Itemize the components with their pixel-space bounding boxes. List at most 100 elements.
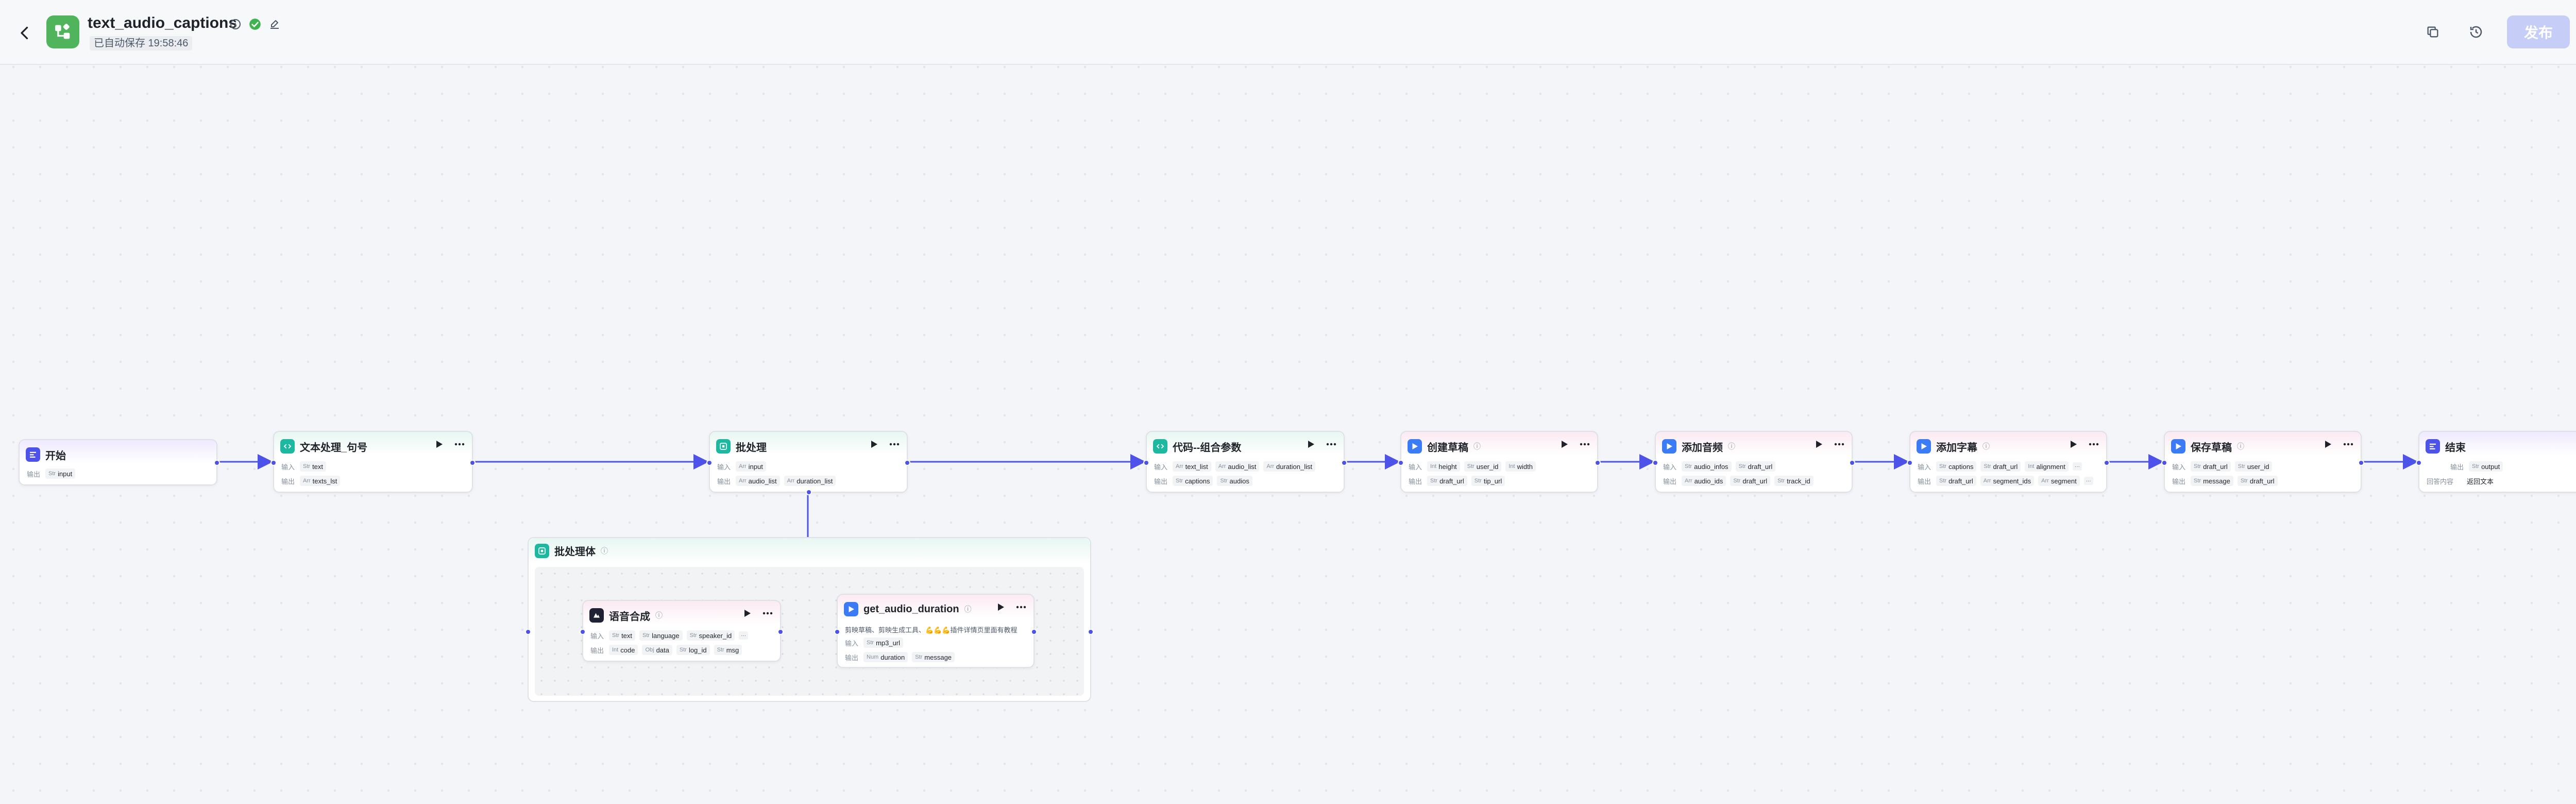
input-port[interactable] <box>1907 460 1913 466</box>
param-chip: Str speaker_id <box>686 630 735 641</box>
run-icon[interactable] <box>997 603 1005 611</box>
run-icon[interactable] <box>871 440 878 448</box>
input-label: 输入 <box>590 632 604 640</box>
param-chip: Str captions <box>1173 476 1213 486</box>
node-title: get_audio_duration <box>863 603 959 615</box>
output-port[interactable] <box>777 629 784 635</box>
answer-mode-label: 回答内容 <box>2427 477 2454 485</box>
save-draft-node[interactable]: 保存草稿 ⓘ 输入 Str draft_url Str user_id 输出 Str… <box>2161 431 2364 493</box>
more-icon[interactable] <box>2089 443 2099 446</box>
output-label: 输出 <box>717 477 731 485</box>
run-icon[interactable] <box>1308 440 1315 448</box>
batch-icon <box>535 543 549 558</box>
more-icon[interactable] <box>454 443 465 446</box>
info-icon[interactable]: ⓘ <box>964 604 972 614</box>
output-label: 输出 <box>281 477 295 485</box>
param-chip: Str audios <box>1217 476 1252 486</box>
more-icon[interactable] <box>2343 443 2353 446</box>
more-icon[interactable] <box>762 612 773 615</box>
input-port[interactable] <box>2161 460 2167 466</box>
input-port[interactable] <box>270 460 277 466</box>
batch-node[interactable]: 批处理 输入 Arr input 输出 Arr audio_list Arr durat… <box>706 431 910 495</box>
get-audio-duration-node[interactable]: get_audio_duration ⓘ 剪映草稿、剪映生成工具、💪💪💪插件详情… <box>834 594 1037 668</box>
param-chip: Str msg <box>714 645 742 655</box>
param-chip: Str draft_url <box>1735 461 1776 472</box>
input-port[interactable] <box>1398 460 1404 466</box>
input-port[interactable] <box>834 629 840 635</box>
more-params-icon[interactable]: ··· <box>2072 462 2082 471</box>
end-node[interactable]: 结束 输出 Str output 回答内容 返回文本 <box>2416 431 2576 493</box>
create-draft-node[interactable]: 创建草稿 ⓘ 输入 Int height Str user_id Int width … <box>1398 431 1601 493</box>
run-icon[interactable] <box>1816 440 1823 448</box>
param-chip: Str text <box>300 461 327 472</box>
body-output-port[interactable] <box>1088 629 1094 635</box>
more-icon[interactable] <box>1834 443 1844 446</box>
input-label: 输入 <box>2172 463 2186 471</box>
more-icon[interactable] <box>889 443 900 446</box>
more-icon[interactable] <box>1580 443 1590 446</box>
input-port[interactable] <box>580 629 586 635</box>
node-description: 剪映草稿、剪映生成工具、💪💪💪插件详情页里面有教程 <box>845 626 1018 634</box>
output-port[interactable] <box>469 460 476 466</box>
run-icon[interactable] <box>1561 440 1568 448</box>
output-port[interactable] <box>1595 460 1601 466</box>
param-chip: Str draft_url <box>1980 461 2021 472</box>
input-label: 输入 <box>845 639 859 647</box>
output-port[interactable] <box>2358 460 2364 466</box>
param-chip: Str log_id <box>676 645 710 655</box>
info-icon[interactable]: ⓘ <box>655 610 663 621</box>
info-icon[interactable]: ⓘ <box>1728 441 1735 451</box>
more-params-icon[interactable]: ··· <box>2083 477 2093 485</box>
output-port[interactable] <box>1849 460 1855 466</box>
output-label: 输出 <box>1154 477 1168 485</box>
add-audio-node[interactable]: 添加音频 ⓘ 输入 Str audio_infos Str draft_url 输出… <box>1652 431 1855 493</box>
param-chip: Str user_id <box>1464 461 1502 472</box>
text-process-node[interactable]: 文本处理_句号 输入 Str text 输出 Arr texts_lst <box>270 431 476 493</box>
run-icon[interactable] <box>2070 440 2077 448</box>
output-port[interactable] <box>2104 460 2110 466</box>
param-chip: Str text <box>609 630 636 641</box>
param-chip: Arr input <box>736 461 766 472</box>
node-title: 创建草稿 <box>1427 442 1468 454</box>
info-icon[interactable]: ⓘ <box>601 546 608 556</box>
run-icon[interactable] <box>436 440 443 448</box>
param-chip: Arr segment_ids <box>1980 476 2035 486</box>
output-port[interactable] <box>1341 460 1347 466</box>
output-port[interactable] <box>214 460 220 466</box>
info-icon[interactable]: ⓘ <box>2237 441 2244 451</box>
param-chip: Str mp3_url <box>863 638 904 648</box>
param-chip: Int alignment <box>2025 461 2069 472</box>
input-label: 输入 <box>1154 463 1168 471</box>
param-chip: Obj data <box>642 645 672 655</box>
param-chip: Str output <box>2469 461 2503 472</box>
param-chip: Str draft_url <box>1730 476 1771 486</box>
run-icon[interactable] <box>2325 440 2332 448</box>
input-port[interactable] <box>1652 460 1658 466</box>
param-chip: Str track_id <box>1774 476 1814 486</box>
add-captions-node[interactable]: 添加字幕 ⓘ 输入 Str captions Str draft_url Int al… <box>1907 431 2110 493</box>
input-port[interactable] <box>2416 460 2422 466</box>
info-icon[interactable]: ⓘ <box>1982 441 1990 451</box>
input-label: 输入 <box>1409 463 1422 471</box>
input-port[interactable] <box>706 460 713 466</box>
start-node[interactable]: 开始 输出 Str input <box>19 439 220 485</box>
param-chip: Arr audio_list <box>736 476 780 486</box>
code-combine-node[interactable]: 代码--组合参数 输入 Arr text_list Arr audio_list A… <box>1143 431 1347 493</box>
node-title: 结束 <box>2445 442 2466 454</box>
more-params-icon[interactable]: ··· <box>739 631 749 640</box>
input-port[interactable] <box>1143 460 1149 466</box>
output-port[interactable] <box>1031 629 1037 635</box>
output-label: 输出 <box>590 646 604 655</box>
more-icon[interactable] <box>1016 606 1026 609</box>
tts-node[interactable]: 语音合成 ⓘ 输入 Str text Str language Str speaker… <box>580 600 784 662</box>
batch-body-port[interactable] <box>806 489 812 495</box>
input-label: 输入 <box>717 463 731 471</box>
param-chip: Str audio_infos <box>1682 461 1732 472</box>
param-chip: Arr audio_ids <box>1682 476 1726 486</box>
body-input-port[interactable] <box>525 629 531 635</box>
run-icon[interactable] <box>744 609 751 617</box>
output-port[interactable] <box>904 460 910 466</box>
more-icon[interactable] <box>1326 443 1336 446</box>
param-chip: Str message <box>912 652 955 662</box>
info-icon[interactable]: ⓘ <box>1473 441 1481 451</box>
